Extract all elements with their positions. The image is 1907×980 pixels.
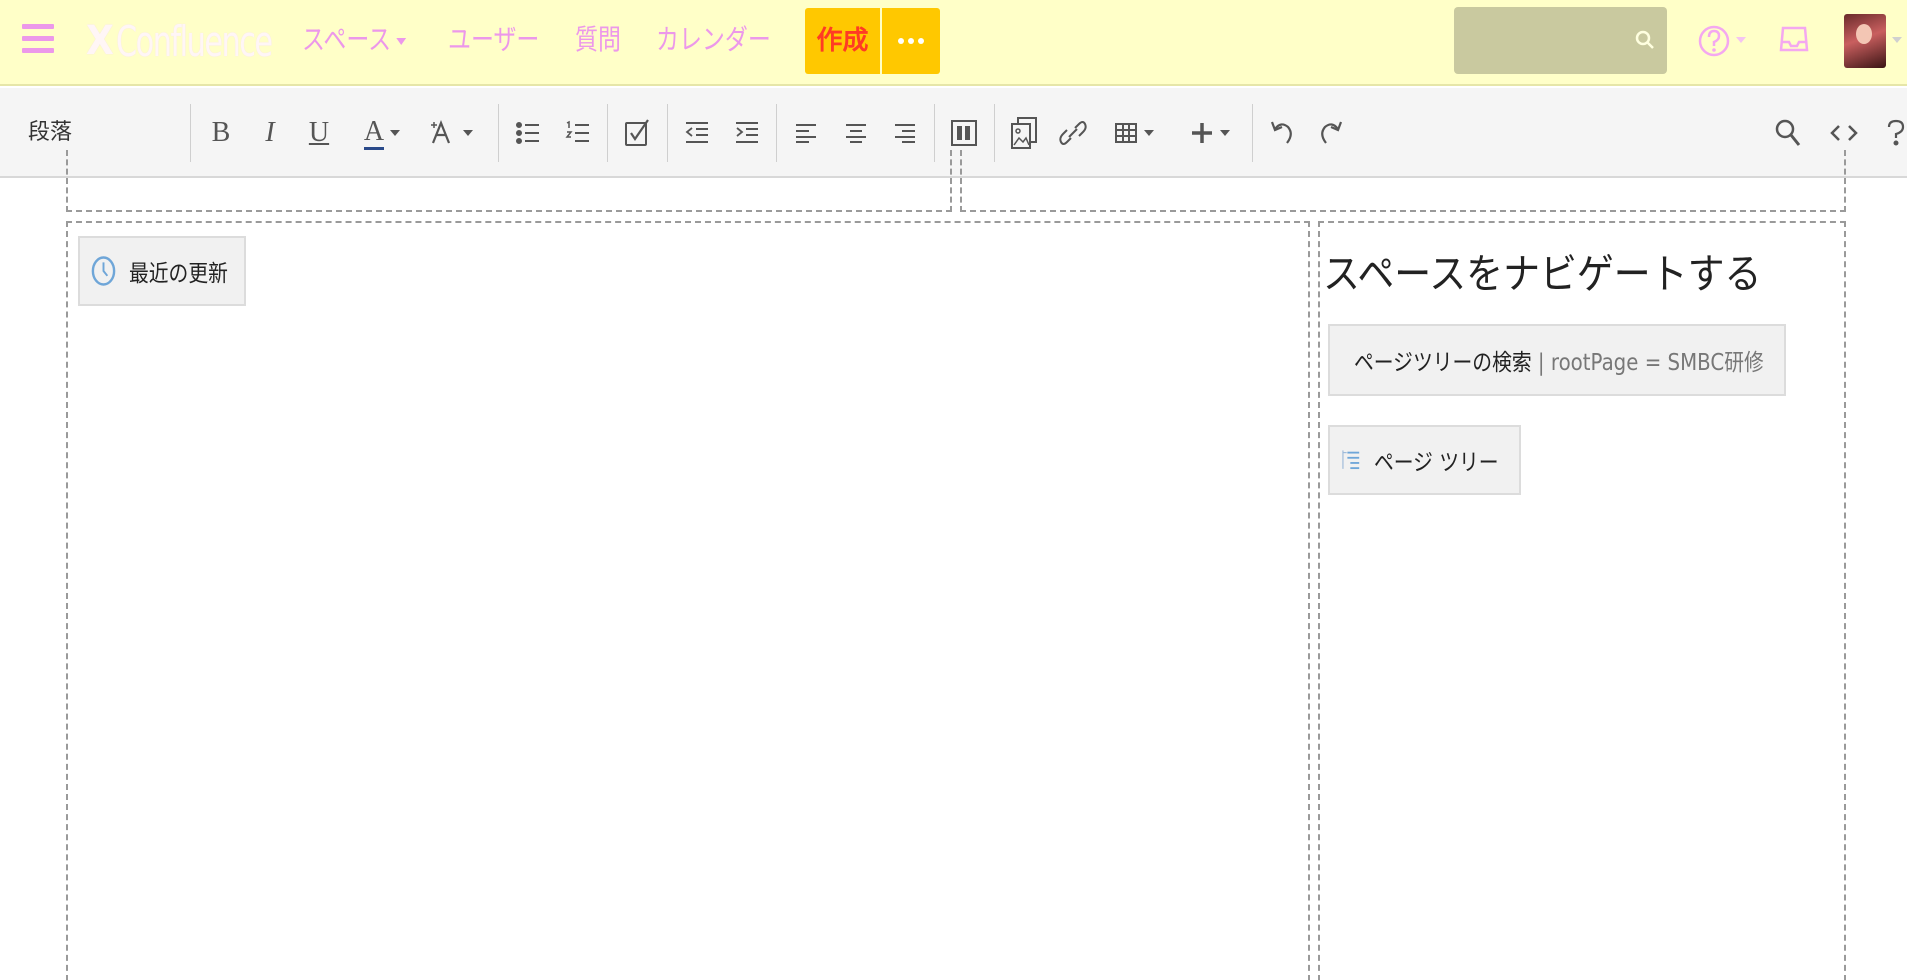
undo-icon: [1270, 121, 1292, 144]
avatar[interactable]: [1844, 14, 1886, 68]
nav-users[interactable]: ユーザー: [448, 20, 539, 60]
paragraph-format-value: 段落: [28, 120, 73, 145]
more-button[interactable]: [882, 8, 940, 74]
navigate-space-heading: スペースをナビゲートする: [1323, 250, 1762, 298]
layout-cell-top-right[interactable]: [960, 150, 1846, 212]
pagetree-icon: [1342, 450, 1360, 470]
search-icon: [1775, 119, 1801, 146]
text-color-label: A: [363, 116, 385, 150]
bullet-list-icon: [516, 122, 539, 144]
menu-icon[interactable]: [22, 24, 54, 58]
align-center-icon: [846, 124, 866, 143]
layout-cell-top-left[interactable]: [66, 150, 952, 212]
align-right-icon: [895, 124, 915, 143]
inbox-icon[interactable]: [1779, 22, 1809, 56]
nav-spaces-label: スペース: [302, 23, 392, 56]
formatting-icon: [431, 120, 451, 144]
editor-help-button[interactable]: [1886, 88, 1907, 178]
help-icon[interactable]: [1698, 22, 1732, 60]
chevron-down-icon: [390, 130, 401, 136]
logo-mark: X: [86, 18, 114, 64]
indent-icon: [736, 122, 758, 143]
chevron-down-icon: [1892, 37, 1902, 43]
bold-label: B: [211, 117, 231, 148]
help-icon: [1887, 119, 1905, 146]
checkbox-icon: [625, 119, 649, 146]
recently-updated-macro[interactable]: 最近の更新: [78, 236, 246, 306]
image-icon: [1011, 117, 1037, 149]
plus-icon: [1192, 123, 1212, 143]
chevron-down-icon: [1220, 130, 1230, 136]
layout-cell-main[interactable]: [66, 221, 1310, 980]
pagetree-search-macro[interactable]: ページツリーの検索 | rootPage = SMBC研修: [1328, 324, 1786, 396]
align-left-icon: [796, 124, 816, 143]
redo-icon: [1321, 121, 1343, 144]
table-icon: [1115, 123, 1137, 143]
recently-updated-label: 最近の更新: [129, 261, 228, 287]
search-icon[interactable]: [1634, 29, 1656, 51]
chevron-down-icon: [463, 130, 473, 136]
dot-icon: [908, 38, 914, 44]
dot-icon: [918, 38, 924, 44]
outdent-icon: [685, 122, 708, 143]
layout-icon: [951, 120, 977, 146]
pagetree-search-text: ページツリーの検索 | rootPage = SMBC研修: [1354, 343, 1764, 377]
underline-label: U: [308, 117, 330, 148]
pagetree-search-param: | rootPage = SMBC研修: [1531, 350, 1764, 376]
chevron-down-icon: [396, 37, 406, 45]
clock-icon: [91, 256, 116, 286]
chevron-down-icon: [1736, 37, 1746, 43]
pagetree-label: ページ ツリー: [1374, 450, 1499, 476]
numbered-list-icon: [565, 120, 589, 142]
link-icon: [1059, 121, 1087, 145]
confluence-logo[interactable]: X Confluence: [86, 16, 332, 66]
nav-spaces[interactable]: スペース: [302, 20, 406, 60]
top-navigation-bar: X Confluence スペース ユーザー 質問 カレンダー 作成: [0, 0, 1907, 86]
italic-label: I: [265, 117, 275, 148]
nav-questions[interactable]: 質問: [575, 20, 621, 60]
code-icon: [1830, 125, 1858, 141]
logo-text: Confluence: [115, 16, 273, 66]
chevron-down-icon: [1144, 130, 1154, 136]
nav-calendar[interactable]: カレンダー: [656, 20, 771, 60]
dot-icon: [898, 38, 904, 44]
pagetree-search-label: ページツリーの検索: [1354, 350, 1532, 376]
create-button[interactable]: 作成: [805, 8, 880, 74]
pagetree-macro[interactable]: ページ ツリー: [1328, 425, 1521, 495]
